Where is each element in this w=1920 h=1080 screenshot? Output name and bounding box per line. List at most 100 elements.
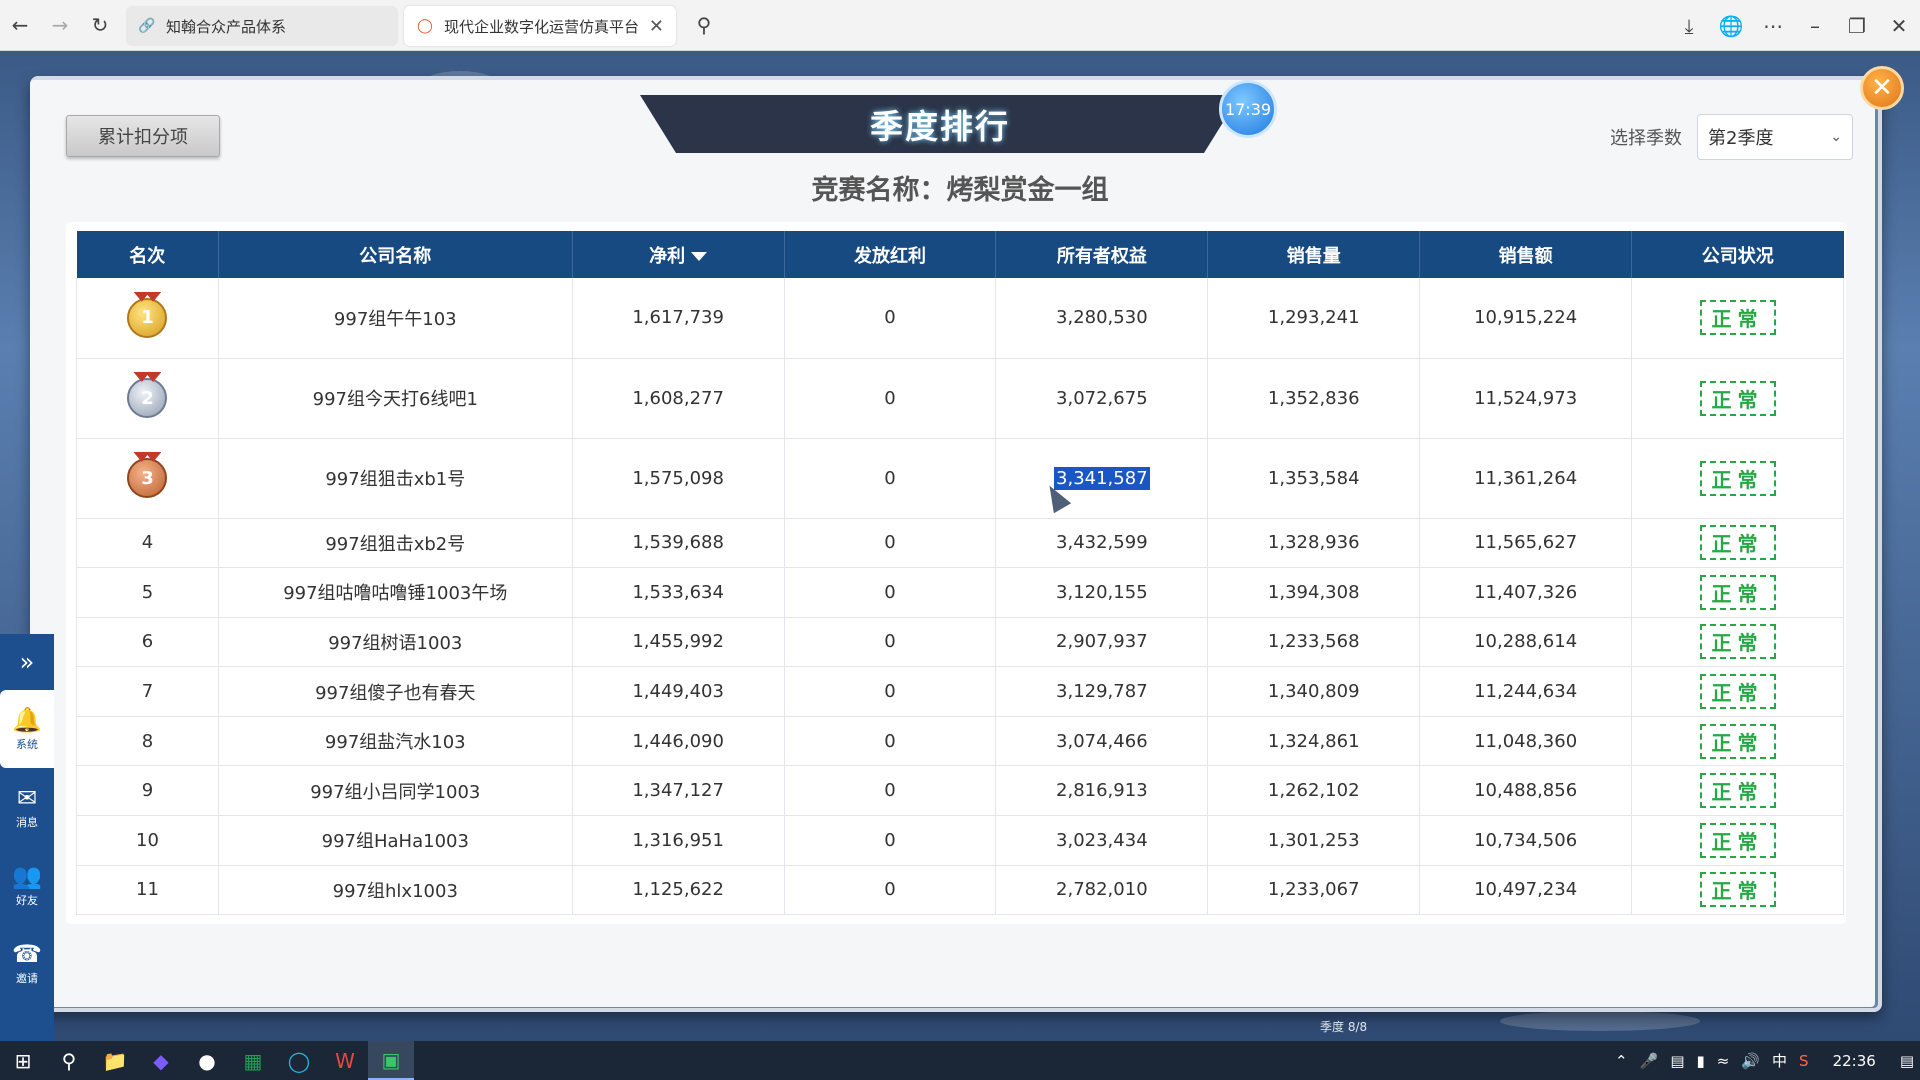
sales-qty-cell: 1,233,568 xyxy=(1207,617,1421,668)
company-cell: 997组小吕同学1003 xyxy=(218,765,573,817)
sidebar-item-friends[interactable]: 👥 好友 xyxy=(0,846,54,924)
download-icon[interactable]: ⤓ xyxy=(1668,6,1710,46)
sales-amt-cell: 11,361,264 xyxy=(1419,438,1633,519)
table-row[interactable]: 5 997组咕噜咕噜锤1003午场 1,533,634 0 3,120,155 1,394… xyxy=(76,567,1844,618)
rank-cell: 8 xyxy=(76,716,219,767)
profit-cell: 1,347,127 xyxy=(572,765,785,817)
header-net-profit-label: 净利 xyxy=(649,245,686,267)
equity-cell: 2,907,937 xyxy=(995,617,1209,668)
sidebar-item-label: 好友 xyxy=(16,894,38,907)
status-badge: 正常 xyxy=(1699,674,1776,710)
season-label: 选择季数 xyxy=(1610,128,1682,149)
minimize-button[interactable]: – xyxy=(1794,6,1836,46)
windows-start-icon[interactable]: ⊞ xyxy=(0,1041,46,1080)
reload-button[interactable]: ↻ xyxy=(80,5,120,45)
status-cell: 正常 xyxy=(1631,865,1844,916)
sales-amt-cell: 10,288,614 xyxy=(1419,617,1633,668)
header-rank[interactable]: 名次 xyxy=(76,231,219,278)
sogou-icon[interactable]: S xyxy=(1793,1052,1815,1070)
sidebar-item-system[interactable]: 🔔 系统 xyxy=(0,690,54,768)
company-cell: 997组午午103 xyxy=(218,278,573,359)
taskbar: ⊞ ⚲ 📁 ◆ ● ▦ ◯ W ▣ ⌃ 🎤 ▤ ▮ ≈ 🔊 中 S 22:36 … xyxy=(0,1041,1920,1080)
network-icon[interactable]: ▤ xyxy=(1664,1052,1690,1070)
app-icon[interactable]: ◆ xyxy=(138,1041,184,1080)
sales-qty-cell: 1,324,861 xyxy=(1207,716,1421,767)
header-equity[interactable]: 所有者权益 xyxy=(995,231,1209,278)
sales-qty-cell: 1,328,936 xyxy=(1207,518,1421,569)
notification-icon[interactable]: ▤ xyxy=(1894,1052,1920,1070)
battery-icon[interactable]: ▮ xyxy=(1691,1052,1711,1070)
table-row[interactable]: 11 997组hlx1003 1,125,622 0 2,782,010 1,233,06… xyxy=(76,865,1844,916)
ranking-table-container: 名次 公司名称 净利 发放红利 所有者权益 销售量 销售额 公司状况 1 997组… xyxy=(66,222,1846,924)
table-row[interactable]: 7 997组傻子也有春天 1,449,403 0 3,129,787 1,340,809 1… xyxy=(76,666,1844,717)
wifi-icon[interactable]: ≈ xyxy=(1711,1052,1736,1070)
profit-cell: 1,533,634 xyxy=(572,567,785,618)
close-window-button[interactable]: ✕ xyxy=(1878,6,1920,46)
sidebar-item-invite[interactable]: ☎ 邀请 xyxy=(0,924,54,1002)
back-button[interactable]: ← xyxy=(0,5,40,45)
rank-cell: 1 xyxy=(76,278,219,359)
chevron-down-icon: ⌄ xyxy=(1830,129,1842,145)
sales-qty-cell: 1,301,253 xyxy=(1207,815,1421,866)
company-cell: 997组傻子也有春天 xyxy=(218,666,573,717)
header-status[interactable]: 公司状况 xyxy=(1631,231,1844,278)
table-row[interactable]: 8 997组盐汽水103 1,446,090 0 3,074,466 1,324,861 1… xyxy=(76,716,1844,767)
page-title: 季度排行 xyxy=(870,107,1010,146)
sales-amt-cell: 10,488,856 xyxy=(1419,765,1633,817)
sales-amt-cell: 11,524,973 xyxy=(1419,358,1633,439)
invite-icon: ☎ xyxy=(12,940,42,968)
more-icon[interactable]: ⋯ xyxy=(1752,6,1794,46)
sales-qty-cell: 1,394,308 xyxy=(1207,567,1421,618)
status-badge: 正常 xyxy=(1699,723,1776,759)
tab-simulation-platform[interactable]: ◯ 现代企业数字化运营仿真平台 ✕ xyxy=(404,6,676,46)
ime-indicator[interactable]: 中 xyxy=(1766,1050,1793,1071)
table-row[interactable]: 3 997组狙击xb1号 1,575,098 0 3,341,587 1,353,584 1… xyxy=(76,438,1844,519)
close-panel-button[interactable]: ✕ xyxy=(1860,66,1904,110)
restore-button[interactable]: ❐ xyxy=(1836,6,1878,46)
header-net-profit[interactable]: 净利 xyxy=(572,231,785,278)
volume-icon[interactable]: 🔊 xyxy=(1735,1052,1766,1070)
search-tab-button[interactable]: ⚲ xyxy=(684,5,724,45)
sidebar-item-messages[interactable]: ✉ 消息 xyxy=(0,768,54,846)
microphone-icon[interactable]: 🎤 xyxy=(1634,1052,1665,1070)
search-icon[interactable]: ⚲ xyxy=(46,1041,92,1080)
silver-medal-icon: 2 xyxy=(127,378,168,418)
dividend-cell: 0 xyxy=(784,815,997,866)
browser-taskbar-icon[interactable]: ▣ xyxy=(368,1041,414,1080)
qq-icon[interactable]: ● xyxy=(184,1041,230,1080)
header-sales-amt[interactable]: 销售额 xyxy=(1419,231,1633,278)
table-row[interactable]: 10 997组HaHa1003 1,316,951 0 3,023,434 1,301,2… xyxy=(76,815,1844,866)
status-badge: 正常 xyxy=(1699,822,1776,858)
status-cell: 正常 xyxy=(1631,617,1844,668)
edge-icon[interactable]: ◯ xyxy=(276,1041,322,1080)
title-banner: 季度排行 xyxy=(640,95,1240,153)
bronze-medal-icon: 3 xyxy=(127,458,168,498)
company-cell: 997组今天打6线吧1 xyxy=(218,358,573,439)
company-cell: 997组HaHa1003 xyxy=(218,815,573,866)
dividend-cell: 0 xyxy=(784,617,997,668)
excel-icon[interactable]: ▦ xyxy=(230,1041,276,1080)
tab-product-system[interactable]: 🔗 知翰合众产品体系 xyxy=(126,6,398,46)
forward-button[interactable]: → xyxy=(40,5,80,45)
equity-cell: 3,023,434 xyxy=(995,815,1209,866)
competition-name: 竞赛名称：烤梨赏金一组 xyxy=(811,175,1109,206)
clock[interactable]: 22:36 xyxy=(1815,1052,1894,1070)
wps-icon[interactable]: W xyxy=(322,1041,368,1080)
table-row[interactable]: 9 997组小吕同学1003 1,347,127 0 2,816,913 1,262,10… xyxy=(76,765,1844,817)
table-row[interactable]: 2 997组今天打6线吧1 1,608,277 0 3,072,675 1,352,836… xyxy=(76,358,1844,439)
table-row[interactable]: 4 997组狙击xb2号 1,539,688 0 3,432,599 1,328,936 1… xyxy=(76,518,1844,569)
header-company[interactable]: 公司名称 xyxy=(218,231,573,278)
file-explorer-icon[interactable]: 📁 xyxy=(92,1041,138,1080)
table-row[interactable]: 6 997组树语1003 1,455,992 0 2,907,937 1,233,568 1… xyxy=(76,617,1844,668)
cumulative-deduction-button[interactable]: 累计扣分项 xyxy=(66,115,220,157)
header-sales-qty[interactable]: 销售量 xyxy=(1207,231,1421,278)
header-dividend[interactable]: 发放红利 xyxy=(784,231,997,278)
status-badge: 正常 xyxy=(1699,525,1776,561)
globe-icon[interactable]: 🌐 xyxy=(1710,6,1752,46)
close-tab-icon[interactable]: ✕ xyxy=(649,16,664,37)
table-row[interactable]: 1 997组午午103 1,617,739 0 3,280,530 1,293,241 10… xyxy=(76,278,1844,359)
chevron-up-icon[interactable]: ⌃ xyxy=(1609,1052,1634,1070)
equity-cell: 3,072,675 xyxy=(995,358,1209,439)
season-select[interactable]: 第2季度 ⌄ xyxy=(1697,114,1853,160)
expand-sidebar-icon[interactable]: » xyxy=(0,634,54,690)
